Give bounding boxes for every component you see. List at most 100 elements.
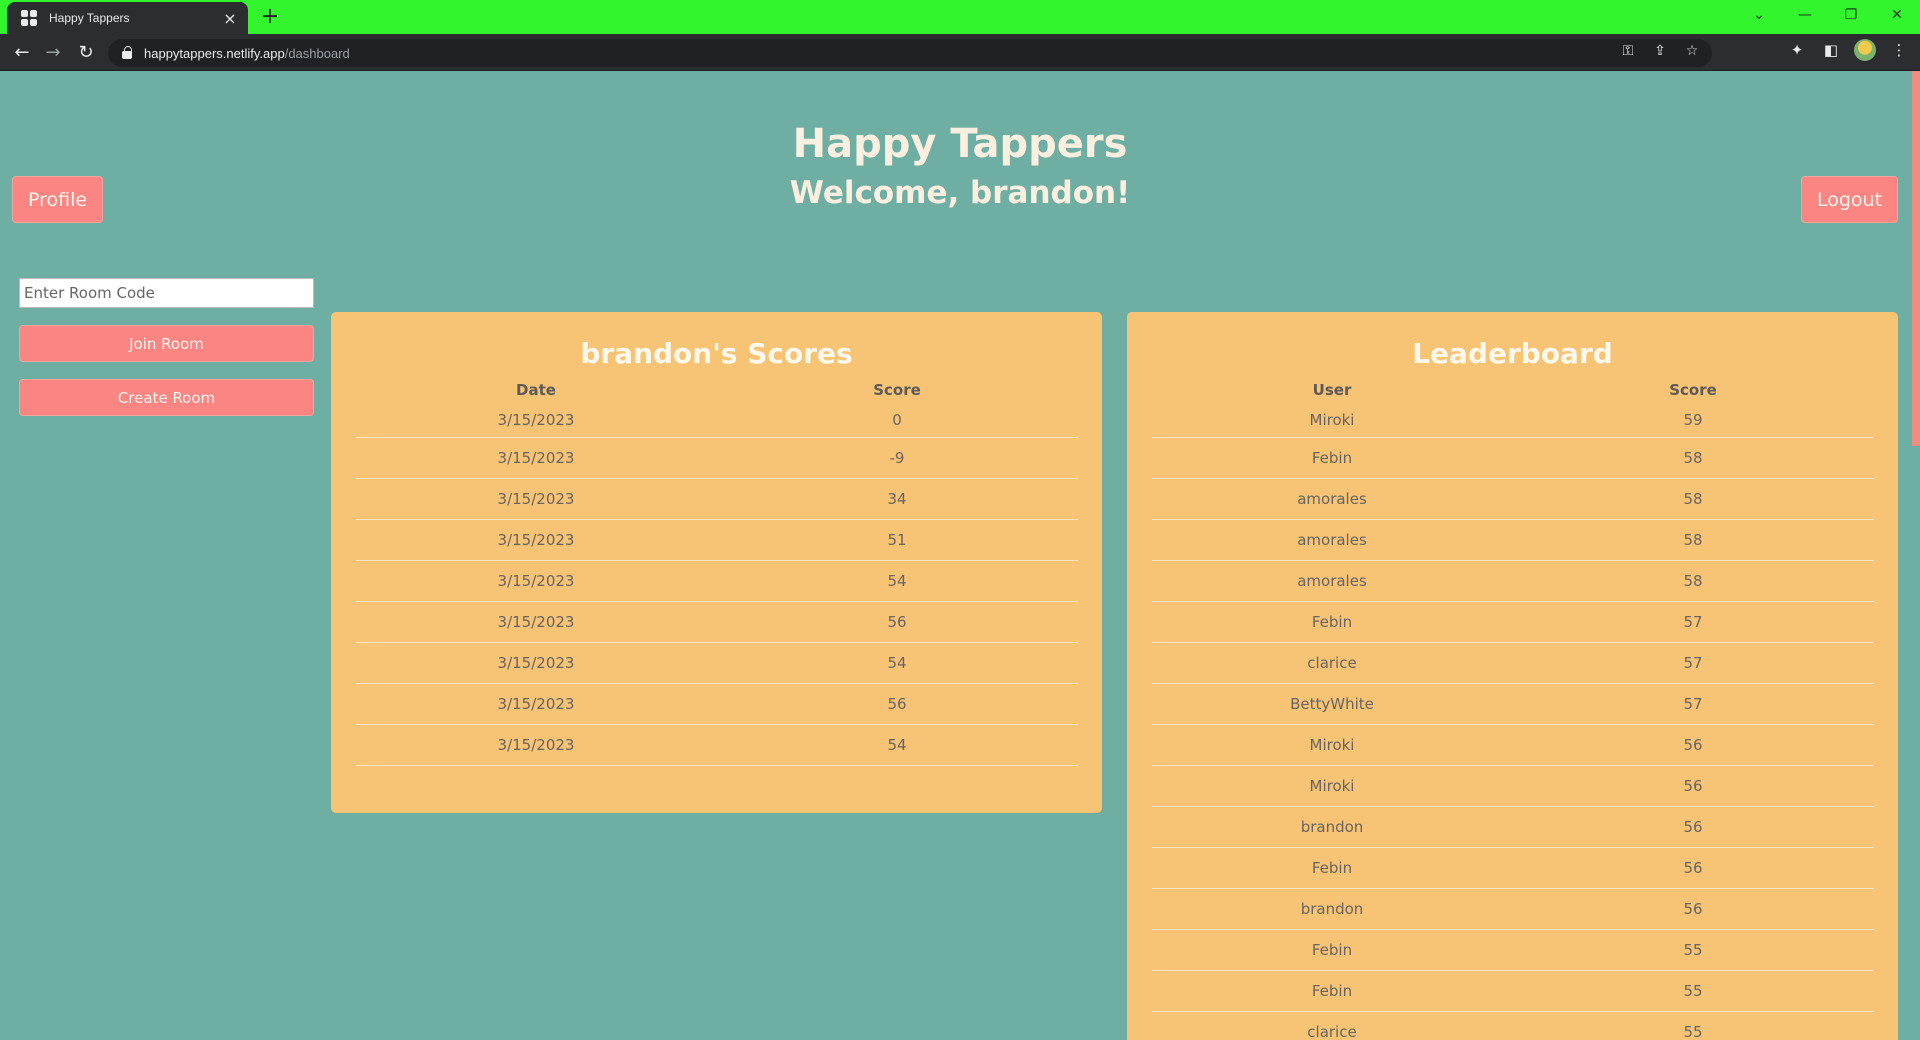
forward-arrow-icon[interactable]: → [38,38,68,66]
table-row: 3/15/2023 34 [355,478,1078,520]
column-header-date: Date [516,381,556,399]
table-cell: 56 [1512,724,1874,766]
new-tab-button[interactable]: + [258,5,282,29]
minimize-icon[interactable]: — [1782,0,1828,30]
table-row: Febin 56 [1151,847,1874,889]
table-cell: 58 [1512,519,1874,561]
url-text: happytappers.netlify.app/dashboard [144,45,350,61]
table-cell: 57 [1512,683,1874,725]
room-code-input[interactable] [19,278,314,308]
table-row: 3/15/2023 54 [355,642,1078,684]
table-row: Miroki 59 [1151,404,1874,438]
table-cell: clarice [1151,1011,1513,1040]
share-icon[interactable]: ⇪ [1650,43,1670,59]
browser-tab[interactable]: Happy Tappers × [7,2,248,34]
table-row: 3/15/2023 54 [355,560,1078,602]
restore-icon[interactable]: ❐ [1828,0,1874,30]
table-cell: 56 [716,601,1078,643]
tab-search-icon[interactable]: ⌄ [1736,0,1782,30]
table-row: amorales 58 [1151,560,1874,602]
table-cell: 54 [716,560,1078,602]
table-row: Miroki 56 [1151,765,1874,807]
table-cell: amorales [1151,478,1513,520]
table-row: 3/15/2023 56 [355,683,1078,725]
column-header-score: Score [873,381,921,399]
table-cell: 3/15/2023 [355,724,717,766]
scores-table: Date Score 3/15/2023 0 3/15/2023 -9 3/15/202… [355,376,1078,766]
table-row: brandon 56 [1151,806,1874,848]
table-cell: 56 [716,683,1078,725]
menu-kebab-icon[interactable]: ⋮ [1888,41,1910,59]
table-row: amorales 58 [1151,519,1874,561]
table-row: brandon 56 [1151,888,1874,930]
logout-button[interactable]: Logout [1801,176,1898,223]
table-cell: Febin [1151,437,1513,479]
address-bar[interactable]: happytappers.netlify.app/dashboard ⚿ ⇪ ☆ [108,39,1712,67]
table-row: clarice 55 [1151,1011,1874,1040]
close-window-icon[interactable]: ✕ [1874,0,1920,30]
table-row: 3/15/2023 0 [355,404,1078,438]
extensions-puzzle-icon[interactable]: ✦ [1786,41,1808,59]
lock-icon [122,46,132,59]
table-cell: 3/15/2023 [355,642,717,684]
table-cell: 58 [1512,560,1874,602]
tab-close-icon[interactable]: × [218,9,242,28]
table-cell: 55 [1512,970,1874,1012]
leaderboard-card: Leaderboard User Score Miroki 59 Febin 58 am… [1127,312,1898,1040]
table-cell: clarice [1151,642,1513,684]
profile-avatar-icon[interactable] [1854,39,1876,61]
table-cell: Febin [1151,929,1513,971]
table-cell: 54 [716,642,1078,684]
table-cell: 59 [1512,404,1874,438]
join-room-button[interactable]: Join Room [19,325,314,362]
table-cell: 3/15/2023 [355,683,717,725]
table-cell: 3/15/2023 [355,404,717,438]
table-cell: 56 [1512,888,1874,930]
table-cell: 56 [1512,847,1874,889]
table-cell: 3/15/2023 [355,601,717,643]
table-cell: Miroki [1151,724,1513,766]
site-favicon-icon [21,10,37,26]
bookmark-star-icon[interactable]: ☆ [1682,43,1702,59]
table-cell: Miroki [1151,404,1513,438]
table-cell: 58 [1512,437,1874,479]
table-cell: amorales [1151,560,1513,602]
profile-button[interactable]: Profile [12,176,103,223]
table-cell: 56 [1512,765,1874,807]
table-cell: Febin [1151,847,1513,889]
key-icon[interactable]: ⚿ [1618,43,1638,59]
table-cell: amorales [1151,519,1513,561]
page-scrollbar[interactable] [1912,71,1920,1040]
create-room-button[interactable]: Create Room [19,379,314,416]
leaderboard-title: Leaderboard [1412,337,1613,370]
table-cell: 3/15/2023 [355,478,717,520]
table-cell: BettyWhite [1151,683,1513,725]
app-title: Happy Tappers [792,121,1128,167]
column-header-user: User [1312,381,1352,399]
table-row: 3/15/2023 -9 [355,437,1078,479]
table-row: 3/15/2023 54 [355,724,1078,766]
table-row: BettyWhite 57 [1151,683,1874,725]
browser-toolbar: ← → ↻ happytappers.netlify.app/dashboard… [0,34,1920,71]
table-row: Febin 58 [1151,437,1874,479]
table-row: 3/15/2023 56 [355,601,1078,643]
tab-title: Happy Tappers [49,11,130,25]
table-cell: 3/15/2023 [355,519,717,561]
table-cell: 3/15/2023 [355,437,717,479]
reload-icon[interactable]: ↻ [71,38,101,66]
scores-title: brandon's Scores [580,337,853,370]
table-cell: -9 [716,437,1078,479]
scrollbar-thumb[interactable] [1912,71,1920,446]
scores-card: brandon's Scores Date Score 3/15/2023 0 3/… [331,312,1102,813]
back-arrow-icon[interactable]: ← [7,38,37,66]
side-panel-icon[interactable]: ◧ [1820,41,1842,59]
table-cell: 51 [716,519,1078,561]
table-cell: 34 [716,478,1078,520]
table-row: clarice 57 [1151,642,1874,684]
table-row: amorales 58 [1151,478,1874,520]
table-cell: 55 [1512,929,1874,971]
leaderboard-table: User Score Miroki 59 Febin 58 amorales 58 amor… [1151,376,1874,1040]
table-row: Febin 55 [1151,929,1874,971]
table-cell: 57 [1512,601,1874,643]
window-controls: ⌄ — ❐ ✕ [1736,0,1920,30]
